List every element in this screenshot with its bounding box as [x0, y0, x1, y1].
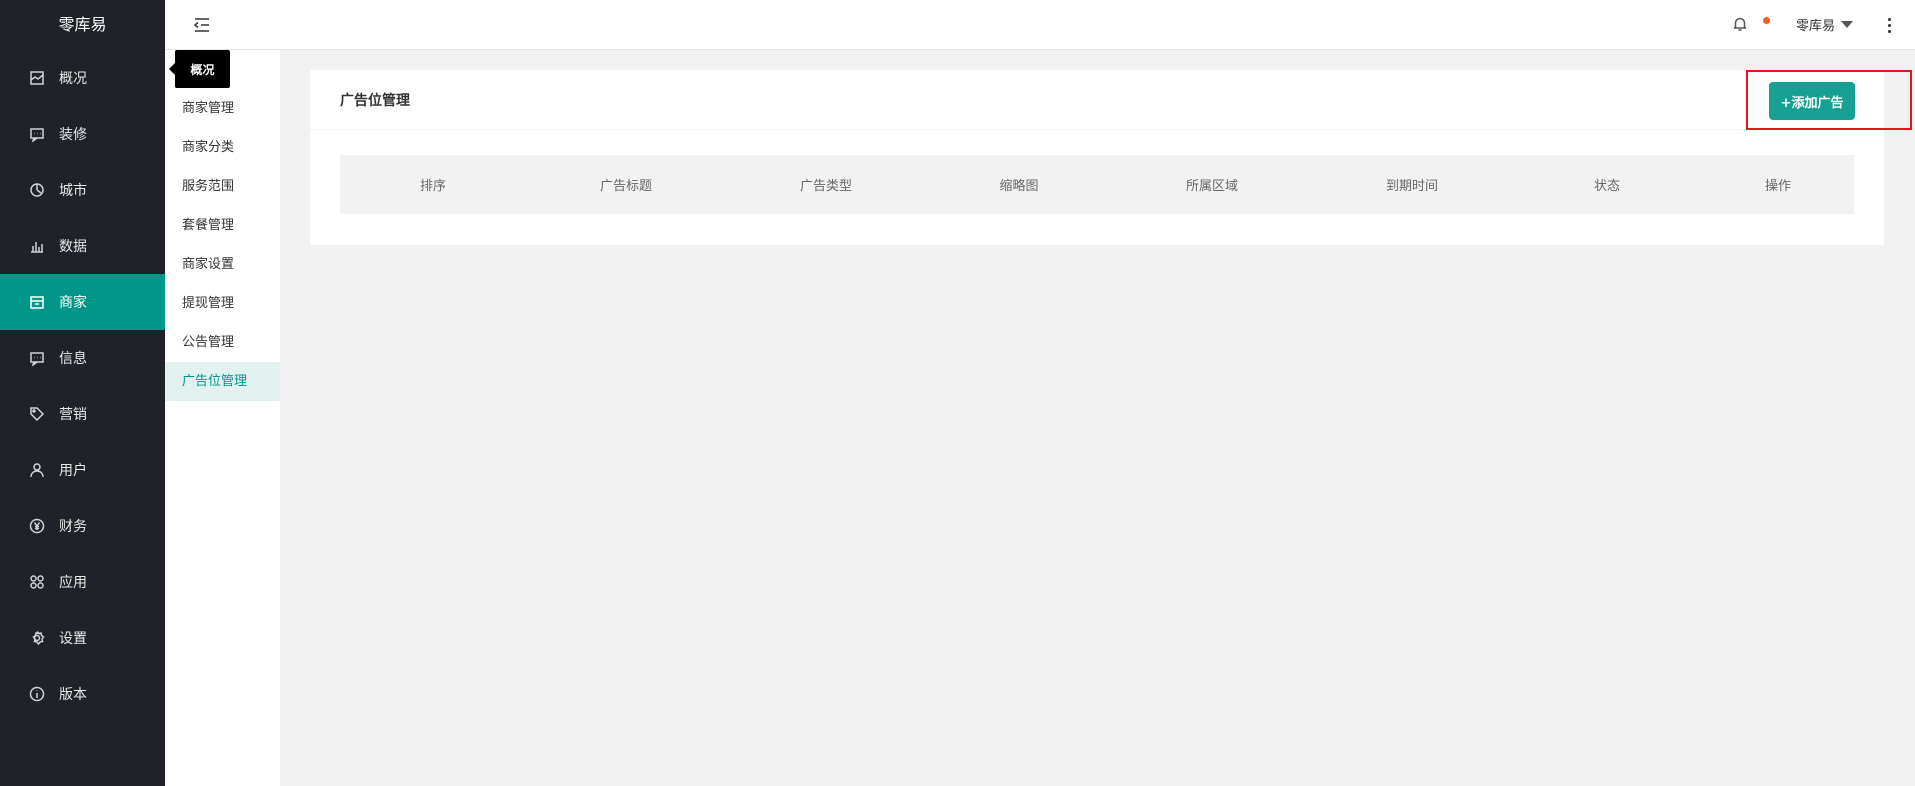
gear-icon — [28, 629, 46, 647]
message-icon — [28, 349, 46, 367]
add-ad-button[interactable]: +添加广告 — [1769, 82, 1855, 120]
sidebar-item-label: 营销 — [59, 407, 87, 423]
table-header: 排序 广告标题 广告类型 缩略图 所属区域 到期时间 状态 操作 — [340, 155, 1854, 214]
main-sidebar: 零库易 概况 装修 城市 数据 商家 信息 营销 用户 财务 应用 设置 版本 — [0, 0, 165, 786]
sidebar-item-label: 版本 — [59, 687, 87, 703]
apps-icon — [28, 573, 46, 591]
sidebar-item-users[interactable]: 用户 — [0, 442, 165, 498]
sidebar-item-decoration[interactable]: 装修 — [0, 106, 165, 162]
user-icon — [28, 461, 46, 479]
info-icon — [28, 685, 46, 703]
sidebar-item-city[interactable]: 城市 — [0, 162, 165, 218]
tag-icon — [28, 405, 46, 423]
column-header-region[interactable]: 所属区域 — [1112, 175, 1312, 194]
sidebar-item-label: 信息 — [59, 351, 87, 367]
submenu-item-package-manage[interactable]: 套餐管理 — [165, 206, 280, 245]
username: 零库易 — [1796, 19, 1836, 34]
more-vertical-icon[interactable] — [1883, 16, 1895, 34]
sidebar-item-overview[interactable]: 概况 — [0, 50, 165, 106]
column-header-type[interactable]: 广告类型 — [726, 175, 926, 194]
column-header-thumbnail[interactable]: 缩略图 — [926, 175, 1112, 194]
sidebar-item-label: 应用 — [59, 575, 87, 591]
caret-down-icon — [1841, 21, 1854, 28]
submenu-item-merchant-category[interactable]: 商家分类 — [165, 128, 280, 167]
ad-position-card: 广告位管理 +添加广告 排序 广告标题 广告类型 缩略图 所属区域 到期时间 状… — [310, 70, 1884, 245]
city-icon — [28, 181, 46, 199]
card-title: 广告位管理 — [310, 70, 1884, 130]
brand-logo[interactable]: 零库易 — [0, 0, 165, 50]
sidebar-item-label: 设置 — [59, 631, 87, 647]
sidebar-nav: 概况 装修 城市 数据 商家 信息 营销 用户 财务 应用 设置 版本 — [0, 50, 165, 722]
sidebar-tooltip: 概况 — [169, 50, 230, 88]
sidebar-item-settings[interactable]: 设置 — [0, 610, 165, 666]
submenu-item-ad-manage[interactable]: 广告位管理 — [165, 362, 280, 401]
sidebar-item-label: 商家 — [59, 295, 87, 311]
sub-sidebar: 商家管理 商家分类 服务范围 套餐管理 商家设置 提现管理 公告管理 广告位管理 — [165, 50, 280, 786]
sidebar-item-label: 装修 — [59, 127, 87, 143]
submenu-item-service-scope[interactable]: 服务范围 — [165, 167, 280, 206]
chat-icon — [28, 125, 46, 143]
column-header-expiry[interactable]: 到期时间 — [1312, 175, 1512, 194]
submenu-item-withdraw-manage[interactable]: 提现管理 — [165, 284, 280, 323]
user-menu[interactable]: 零库易 — [1796, 15, 1854, 34]
sidebar-item-data[interactable]: 数据 — [0, 218, 165, 274]
menu-fold-icon[interactable] — [193, 16, 211, 34]
submenu-item-merchant-settings[interactable]: 商家设置 — [165, 245, 280, 284]
column-header-title[interactable]: 广告标题 — [526, 175, 726, 194]
shop-icon — [28, 293, 46, 311]
column-header-status[interactable]: 状态 — [1512, 175, 1702, 194]
sidebar-item-marketing[interactable]: 营销 — [0, 386, 165, 442]
sidebar-item-apps[interactable]: 应用 — [0, 554, 165, 610]
sidebar-item-label: 数据 — [59, 239, 87, 255]
overview-icon — [28, 69, 46, 87]
column-header-actions[interactable]: 操作 — [1702, 175, 1854, 194]
submenu-item-merchant-manage[interactable]: 商家管理 — [165, 89, 280, 128]
sidebar-item-message[interactable]: 信息 — [0, 330, 165, 386]
sidebar-item-finance[interactable]: 财务 — [0, 498, 165, 554]
sidebar-item-label: 用户 — [59, 463, 87, 479]
ad-table: 排序 广告标题 广告类型 缩略图 所属区域 到期时间 状态 操作 — [340, 155, 1854, 214]
sidebar-item-label: 概况 — [59, 71, 87, 87]
column-header-sort[interactable]: 排序 — [340, 175, 526, 194]
sidebar-item-label: 财务 — [59, 519, 87, 535]
bell-icon[interactable] — [1732, 16, 1750, 34]
notification-dot — [1763, 17, 1770, 24]
sidebar-item-label: 城市 — [59, 183, 87, 199]
sidebar-item-version[interactable]: 版本 — [0, 666, 165, 722]
top-header: 零库易 — [165, 0, 1915, 50]
yen-icon — [28, 517, 46, 535]
submenu-item-notice-manage[interactable]: 公告管理 — [165, 323, 280, 362]
sidebar-item-merchant[interactable]: 商家 — [0, 274, 165, 330]
chart-icon — [28, 237, 46, 255]
